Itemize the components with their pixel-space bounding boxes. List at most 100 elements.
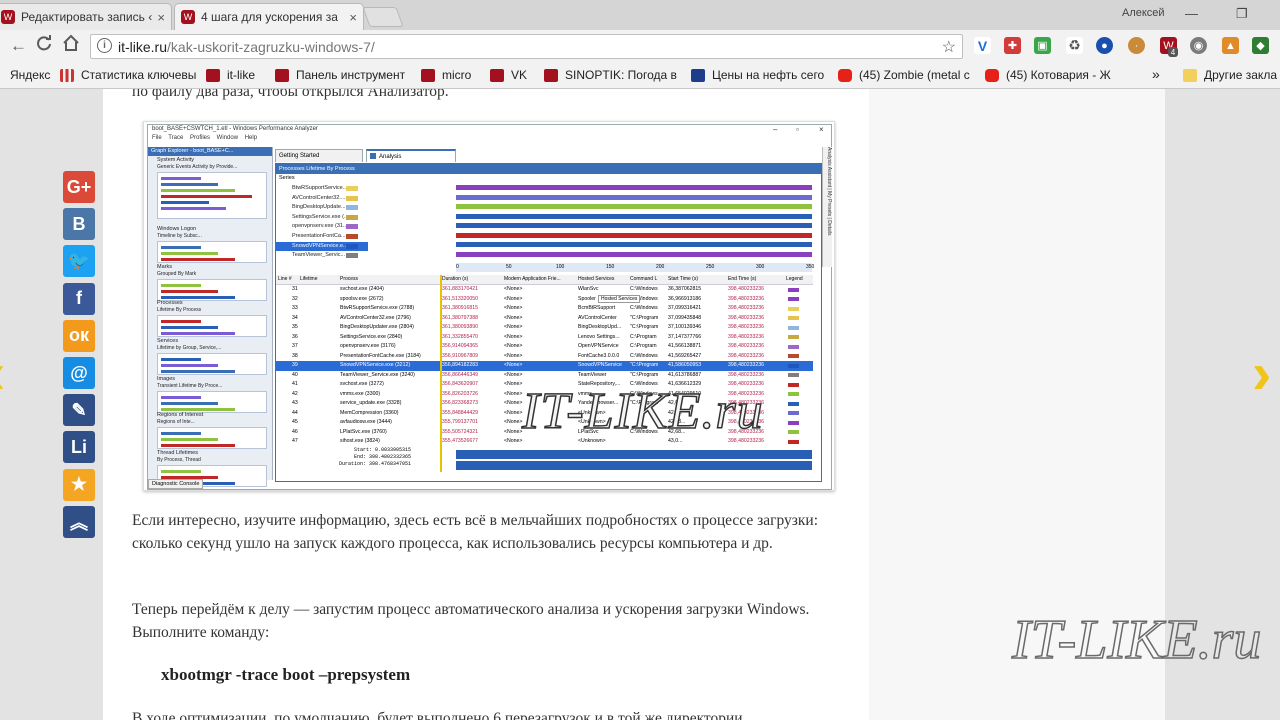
reload-button[interactable] [36,35,52,56]
series-item[interactable]: BtwRSupportService.... [276,184,368,194]
column-header[interactable]: Start Time (s) [668,275,698,284]
bookmark-item[interactable]: VK [490,68,527,82]
column-header[interactable]: Line # [278,275,292,284]
bookmark-item[interactable]: (45) Zombie (metal с [838,68,970,82]
table-cell: 356,914094365 [442,343,479,349]
table-row[interactable]: 35 BingDesktopUpdater.exe (2804) 361,38009… [276,323,813,333]
graph-thumbnail[interactable] [157,279,267,301]
facebook-share-button[interactable]: f [63,282,95,315]
bookmark-item[interactable]: it-like [206,68,255,82]
graph-thumbnail[interactable] [157,172,267,219]
column-header[interactable]: Lifetime [300,275,318,284]
close-icon[interactable]: × [157,10,165,25]
prev-article-arrow[interactable]: ‹ [0,340,5,407]
bookmarks-overflow-button[interactable]: » [1152,66,1160,82]
bookmark-star-icon[interactable]: ☆ [942,37,956,57]
table-row[interactable]: 38 PresentationFontCache.exe (3184) 356,91… [276,352,813,362]
shield-extension-icon[interactable]: ✚ [1004,37,1021,54]
mail-share-button[interactable]: @ [63,357,95,389]
close-icon[interactable]: × [349,10,357,25]
table-row[interactable]: 33 BtwRSupportService.exe (2788) 361,38091… [276,304,813,314]
graph-section-title[interactable]: System Activity [157,157,194,163]
table-cell: 35 [292,324,298,330]
series-item[interactable]: TeamViewer_Servic... [276,251,368,261]
fox-extension-icon[interactable]: ▲ [1222,37,1239,54]
graph-section-title[interactable]: Regions of Interest [157,412,203,418]
graph-section-title[interactable]: Windows Logon [157,226,196,232]
wpa-screenshot[interactable]: boot_BASE+CSWTCH_1.etl - Windows Perform… [143,121,835,491]
graph-thumbnail[interactable] [157,241,267,263]
column-header[interactable]: End Time (s) [728,275,756,284]
table-row[interactable]: 32 spoolsv.exe (2672) 361,513320050 <None> S… [276,295,813,305]
table-row[interactable]: 31 svchost.exe (2404) 361,883170421 <None> W… [276,285,813,295]
series-item[interactable]: AVControlCenter32.... [276,194,368,204]
tab-edit-post[interactable]: W Редактировать запись ‹ × [0,3,172,30]
column-header[interactable]: Duration (s) [442,275,468,284]
next-article-arrow[interactable]: › [1252,340,1271,407]
graph-section-subtitle: By Process, Thread [157,457,201,463]
column-header[interactable]: Process [340,275,358,284]
table-row[interactable]: 40 TeamViewer_Service.exe (3240) 356,86644… [276,371,813,381]
more-share-button[interactable]: ︽ [63,505,95,538]
series-item[interactable]: SnowdVPNService.e... [276,241,368,252]
series-item[interactable]: PresentationFontCa... [276,232,368,242]
back-button[interactable]: ← [10,36,27,56]
new-tab-button[interactable] [362,7,404,27]
vk-share-button[interactable]: B [63,208,95,241]
bookmark-item[interactable]: Статистика ключевы [60,68,196,82]
series-color-swatch [346,195,358,201]
bookmark-item[interactable]: Яндекс [10,68,50,82]
liveinternet-share-button[interactable]: Li [63,431,95,464]
table-row[interactable]: 36 SettingsService.exe (2840) 361,33285547… [276,333,813,343]
column-header[interactable]: Hosted Services [578,275,614,284]
bookmark-share-button[interactable]: ★ [63,468,95,501]
table-row[interactable]: 39 SnowdVPNService.exe (3212) 356,89418228… [276,361,813,371]
other-bookmarks[interactable]: Другие закла [1183,68,1277,82]
profile-name[interactable]: Алексей [1122,7,1165,19]
livejournal-share-button[interactable]: ✎ [63,394,95,427]
bookmark-item[interactable]: Панель инструмент [275,68,405,82]
graph-section-title[interactable]: Thread Lifetimes [157,450,198,456]
eye-extension-icon[interactable]: ◉ [1190,37,1207,54]
graph-section-title[interactable]: Services [157,338,178,344]
bookmark-item[interactable]: Цены на нефть сего [691,68,824,82]
minimize-button[interactable]: — [1185,6,1198,21]
puzzle-extension-icon[interactable]: ◆ [1252,37,1269,54]
column-header[interactable]: Command L [630,275,657,284]
globe-extension-icon[interactable]: ● [1096,37,1113,54]
bookmark-item[interactable]: micro [421,68,471,82]
home-button[interactable] [62,34,80,57]
thumbnail-stripe [161,252,218,255]
table-cell: 41,569265427 [668,352,702,359]
url-text[interactable]: it-like.ru/kak-uskorit-zagruzku-windows-… [118,39,375,55]
tab-article[interactable]: W 4 шага для ускорения за × [174,3,364,30]
table-row[interactable]: 34 AVControlCenter32.exe (2796) 361,380797… [276,314,813,324]
graph-thumbnail[interactable] [157,391,267,413]
column-header[interactable]: Modern Application Frie... [504,275,561,284]
cookie-extension-icon[interactable]: · [1128,37,1145,54]
vpn-extension-icon[interactable]: V [974,37,991,54]
column-header[interactable]: Legend [786,275,803,284]
series-item[interactable]: openvpnserv.exe (31... [276,222,368,232]
green-extension-icon[interactable]: ▣ [1034,37,1051,54]
google-plus-share-button[interactable]: G+ [63,171,95,203]
bookmark-item[interactable]: SINOPTIK: Погода в [544,68,677,82]
series-item[interactable]: BingDesktopUpdate... [276,203,368,213]
graph-section-title[interactable]: Images [157,376,175,382]
series-item[interactable]: SettingsService.exe (... [276,213,368,223]
twitter-share-button[interactable]: 🐦 [63,245,95,278]
bookmark-item[interactable]: (45) Котовария - Ж [985,68,1111,82]
graph-section-title[interactable]: Processes [157,300,183,306]
graph-thumbnail[interactable] [157,427,267,449]
graph-thumbnail[interactable] [157,353,267,375]
odnoklassniki-share-button[interactable]: ок [63,319,95,352]
wpa-close-icon: × [819,125,824,134]
address-bar[interactable]: i it-like.ru/kak-uskorit-zagruzku-window… [90,34,963,59]
graph-section-title[interactable]: Marks [157,264,172,270]
table-row[interactable]: 37 openvpnserv.exe (3176) 356,914094365 <No… [276,342,813,352]
recycle-extension-icon[interactable]: ♻ [1066,37,1083,54]
maximize-button[interactable]: ❐ [1236,6,1248,22]
table-cell: 356,910967809 [442,352,479,359]
info-icon[interactable]: i [97,38,112,53]
graph-thumbnail[interactable] [157,315,267,337]
